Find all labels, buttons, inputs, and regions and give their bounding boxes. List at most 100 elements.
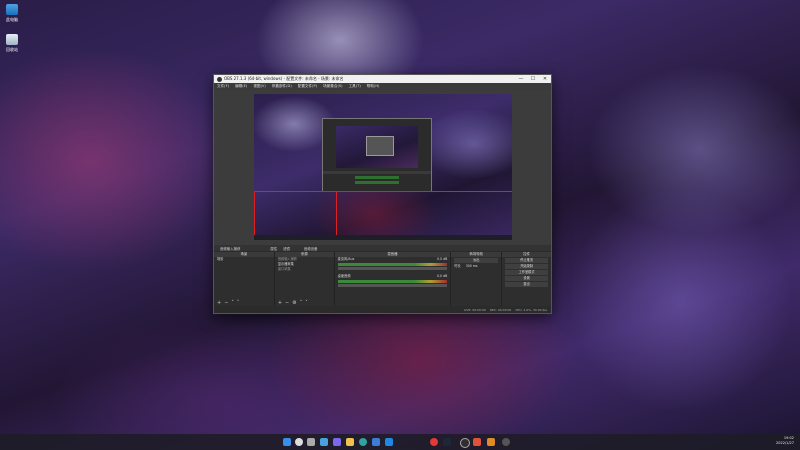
menu-scene-collection[interactable]: 场景集合(S) (323, 84, 342, 89)
controls-panel: 控件 停止推流 开始录制 工作室模式 设置 退出 (502, 252, 552, 306)
system-tray-clock[interactable]: 19:02 2022/1/27 (776, 436, 794, 446)
duration-row: 时长 300 ms (451, 264, 501, 269)
start-icon[interactable] (283, 438, 291, 446)
nested-panel-row (323, 171, 431, 174)
steam-icon[interactable] (443, 438, 451, 446)
clock-date: 2022/1/27 (776, 441, 794, 445)
nested-obs-preview (322, 118, 432, 192)
mixer-channel: 麦克风/Aux 0.0 dB (335, 257, 451, 262)
selection-edge (335, 191, 512, 192)
search-icon[interactable] (295, 438, 303, 446)
mixer-channel-level: 0.0 dB (437, 257, 448, 261)
audio-meter (337, 263, 448, 266)
desktop-icon-label: 回收站 (6, 47, 18, 52)
duration-label: 时长 (454, 264, 461, 268)
task-view-icon[interactable] (307, 438, 315, 446)
up-icon[interactable]: ˄ (231, 300, 234, 306)
controls-header: 控件 (502, 252, 552, 257)
menu-help[interactable]: 帮助(H) (367, 84, 380, 89)
studio-mode-button[interactable]: 工作室模式 (505, 270, 549, 275)
minimize-button[interactable]: — (515, 76, 527, 82)
gear-icon[interactable]: ⚙ (292, 300, 296, 306)
chrome-icon[interactable] (430, 438, 438, 446)
menu-view[interactable]: 视图(V) (253, 84, 265, 89)
dock-panels: 场景 场景 + − ˄ ˅ 来源 音频输入捕获 显示器采集 窗口采集 + − ⚙ ˄ ˅ 混音… (214, 252, 552, 306)
volume-slider[interactable] (337, 284, 448, 287)
transitions-header: 转场特效 (451, 252, 502, 257)
up-icon[interactable]: ˄ (300, 300, 303, 306)
properties-button[interactable]: 属性 (270, 246, 277, 251)
preview-area (214, 90, 551, 245)
mixer-channel-name: 麦克风/Aux (337, 257, 355, 261)
source-toolbar: 音频输入捕获 属性 滤镜 音频设备 (214, 245, 551, 251)
audio-meter (337, 280, 448, 283)
nested-mini-preview (366, 136, 394, 156)
remove-icon[interactable]: − (285, 300, 289, 306)
mail-icon[interactable] (385, 438, 393, 446)
obs-window: OBS 27.1.3 (64-bit, windows) - 配置文件: 未命名… (213, 74, 552, 314)
scenes-footer: + − ˄ ˅ (214, 300, 274, 306)
remove-icon[interactable]: − (224, 300, 228, 306)
preview-taskbar (254, 235, 512, 240)
title-bar: OBS 27.1.3 (64-bit, windows) - 配置文件: 未命名… (214, 75, 551, 83)
stop-streaming-button[interactable]: 停止推流 (505, 258, 549, 263)
close-button[interactable]: ✕ (539, 76, 551, 82)
menu-tools[interactable]: 工具(T) (349, 84, 361, 89)
duration-input[interactable]: 300 ms (466, 264, 478, 268)
transition-select[interactable]: 淡出 (454, 258, 499, 263)
scene-item[interactable]: 场景 (214, 257, 274, 262)
device-button[interactable]: 音频设备 (304, 246, 318, 251)
desktop-icon-recycle-bin[interactable]: 回收站 (0, 34, 24, 53)
status-bar: LIVE: 00:00:00 REC: 00:00:00 CPU: 2.0%, … (214, 307, 551, 313)
taskbar: 19:02 2022/1/27 (0, 434, 800, 450)
explorer-icon[interactable] (346, 438, 354, 446)
nested-preview-canvas (336, 126, 418, 168)
mixer-channel-level: 0.0 dB (437, 274, 448, 278)
menu-bar: 文件(F) 编辑(E) 视图(V) 停靠部件(D) 配置文件(P) 场景集合(S… (214, 83, 551, 90)
source-item[interactable]: 窗口采集 (275, 267, 334, 272)
menu-profile[interactable]: 配置文件(P) (298, 84, 317, 89)
settings-icon[interactable] (473, 438, 481, 446)
source-label: 音频输入捕获 (220, 246, 241, 251)
menu-docks[interactable]: 停靠部件(D) (272, 84, 292, 89)
mixer-channel-name: 桌面音频 (337, 274, 351, 278)
down-icon[interactable]: ˅ (305, 300, 308, 306)
app-icon[interactable] (487, 438, 495, 446)
live-time: LIVE: 00:00:00 (463, 308, 486, 312)
menu-edit[interactable]: 编辑(E) (235, 84, 247, 89)
add-icon[interactable]: + (217, 300, 221, 306)
maximize-button[interactable]: ☐ (527, 76, 539, 82)
desktop-icon-computer[interactable]: 此电脑 (0, 4, 24, 23)
exit-button[interactable]: 退出 (505, 282, 549, 287)
settings-button[interactable]: 设置 (505, 276, 549, 281)
sources-panel: 来源 音频输入捕获 显示器采集 窗口采集 + − ⚙ ˄ ˅ (274, 252, 334, 306)
rec-time: REC: 00:00:00 (489, 308, 512, 312)
obs-logo-icon (217, 76, 222, 82)
widgets-icon[interactable] (320, 438, 328, 446)
mixer-panel: 混音器 麦克风/Aux 0.0 dB 桌面音频 0.0 dB (334, 252, 451, 306)
volume-slider[interactable] (337, 267, 448, 270)
edge-icon[interactable] (359, 438, 367, 446)
nested-meter (355, 176, 399, 179)
menu-file[interactable]: 文件(F) (217, 84, 229, 89)
preview-canvas[interactable] (254, 94, 512, 240)
sources-footer: + − ⚙ ˄ ˅ (275, 300, 334, 306)
window-title: OBS 27.1.3 (64-bit, windows) - 配置文件: 未命名… (224, 76, 344, 81)
down-icon[interactable]: ˅ (237, 300, 240, 306)
desktop-icon-label: 此电脑 (6, 17, 18, 22)
transitions-panel: 转场特效 淡出 时长 300 ms (451, 252, 502, 306)
obs-icon[interactable] (460, 438, 470, 448)
nested-meter-2 (355, 181, 399, 184)
store-icon[interactable] (372, 438, 380, 446)
start-recording-button[interactable]: 开始录制 (505, 264, 549, 269)
recycle-bin-icon (6, 34, 18, 45)
chat-icon[interactable] (333, 438, 341, 446)
scenes-panel: 场景 场景 + − ˄ ˅ (214, 252, 274, 306)
computer-icon (6, 4, 18, 15)
app-icon-2[interactable] (502, 438, 510, 446)
cpu-fps: CPU: 2.0%, 30.00 fps (515, 308, 547, 312)
selection-box[interactable] (254, 191, 337, 240)
mixer-channel: 桌面音频 0.0 dB (335, 274, 451, 279)
add-icon[interactable]: + (278, 300, 282, 306)
filters-button[interactable]: 滤镜 (283, 246, 290, 251)
